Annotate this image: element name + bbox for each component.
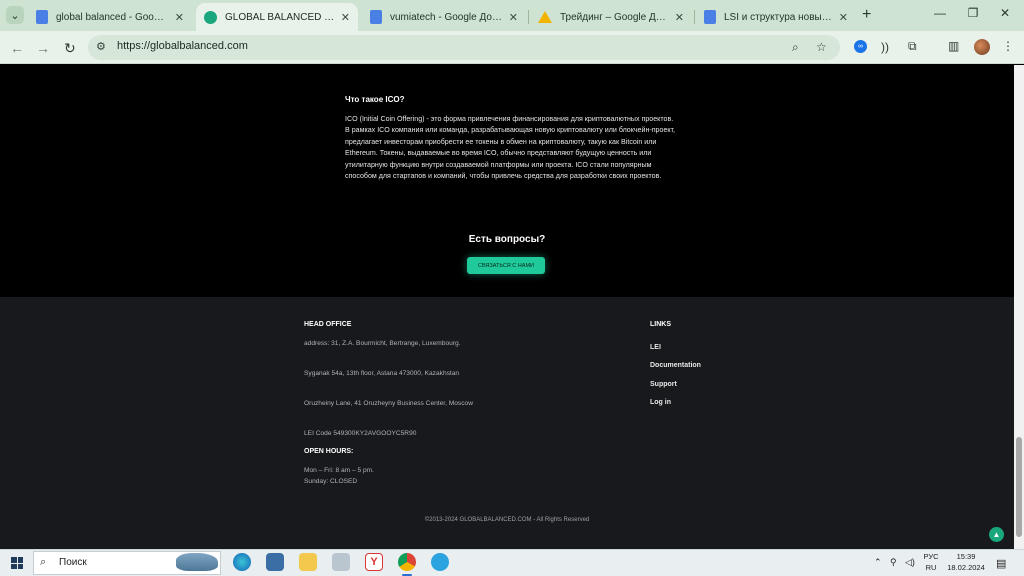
- footer-link-support[interactable]: Support: [650, 381, 677, 388]
- clock-time: 15:39: [956, 552, 976, 561]
- taskbar-search-label[interactable]: Поиск: [59, 557, 87, 568]
- window-close-icon[interactable]: ✕: [996, 6, 1014, 20]
- hours-sunday: Sunday: CLOSED: [304, 478, 358, 485]
- docs-icon: [36, 10, 48, 24]
- url-text[interactable]: https://globalbalanced.com: [117, 40, 248, 52]
- tab-title: LSI и структура новые - Googl: [724, 11, 833, 23]
- tab-search-icon[interactable]: ⌄: [6, 6, 24, 24]
- tab-lsi-doc[interactable]: LSI и структура новые - Googl ✕: [696, 3, 856, 31]
- menu-kebab-icon[interactable]: ⋮: [1002, 39, 1014, 53]
- tab-separator: [694, 10, 695, 24]
- tab-separator: [528, 10, 529, 24]
- tray-chevron-icon[interactable]: ⌃: [874, 557, 882, 568]
- language-bottom: RU: [925, 563, 937, 572]
- drive-icon: [538, 11, 552, 23]
- back-icon[interactable]: ←: [10, 40, 24, 56]
- maximize-icon[interactable]: ❐: [964, 6, 982, 20]
- hours-weekday: Mon – Fri: 8 am – 5 pm.: [304, 467, 374, 474]
- docs-icon: [704, 10, 716, 24]
- extension-icon[interactable]: ∞: [854, 40, 867, 53]
- chrome-icon[interactable]: [398, 553, 416, 576]
- footer-link-documentation[interactable]: Documentation: [650, 362, 701, 369]
- lei-code: LEI Code 549300KY2AVGOOYC5R90: [304, 430, 417, 437]
- scrollbar-thumb[interactable]: [1016, 437, 1022, 537]
- language-top: РУС: [923, 552, 939, 561]
- address-moscow: Oruzheiny Lane, 41 Oruzheyny Business Ce…: [304, 400, 473, 407]
- gbf-icon: [204, 10, 217, 24]
- address-luxembourg: address: 31, Z.A. Bourmicht, Bertrange, …: [304, 340, 461, 347]
- faq-question: Что такое ICO?: [345, 95, 405, 104]
- telegram-icon[interactable]: [431, 553, 449, 571]
- reload-icon[interactable]: ↻: [64, 40, 76, 57]
- site-footer: [0, 297, 1014, 549]
- clock-date: 18.02.2024: [947, 563, 985, 572]
- close-icon[interactable]: ✕: [675, 11, 684, 24]
- close-icon[interactable]: ✕: [341, 11, 350, 24]
- close-icon[interactable]: ✕: [839, 11, 848, 24]
- questions-heading: Есть вопросы?: [468, 234, 546, 245]
- tab-title: Трейдинг – Google Диск: [560, 11, 669, 23]
- mail-icon[interactable]: [332, 553, 350, 571]
- docs-icon: [370, 10, 382, 24]
- edge-icon[interactable]: [233, 553, 251, 571]
- links-title: LINKS: [650, 321, 671, 328]
- bookmark-star-icon[interactable]: ☆: [816, 40, 827, 54]
- tab-trading-drive[interactable]: Трейдинг – Google Диск ✕: [530, 3, 692, 31]
- forward-icon[interactable]: →: [36, 40, 50, 56]
- profile-avatar[interactable]: [974, 39, 990, 55]
- tab-global-balanced-fund[interactable]: GLOBAL BALANCED FUND - Уп ✕: [196, 3, 358, 31]
- contact-us-button[interactable]: СВЯЗАТЬСЯ С НАМИ: [467, 257, 545, 274]
- address-astana: Syganak 54a, 13th floor, Astana 473000, …: [304, 370, 460, 377]
- new-tab-icon[interactable]: +: [862, 6, 871, 24]
- site-info-icon[interactable]: ⚙: [96, 40, 106, 53]
- footer-link-login[interactable]: Log in: [650, 399, 671, 406]
- address-bar[interactable]: ⚙ https://globalbalanced.com ⌕ ☆: [88, 35, 840, 60]
- yandex-browser-icon[interactable]: Y: [365, 553, 383, 571]
- tray-network-vpn-icon[interactable]: ⚲: [890, 557, 897, 568]
- copyright-text: ©2013-2024 GLOBALBALANCED.COM - All Righ…: [424, 517, 590, 523]
- faq-answer: ICO (Initial Coin Offering) - это форма …: [345, 115, 676, 181]
- tab-title: GLOBAL BALANCED FUND - Уп: [225, 11, 335, 23]
- taskbar-clock[interactable]: 15:39 18.02.2024: [944, 551, 988, 573]
- search-highlight-whale-image[interactable]: [176, 553, 218, 571]
- notifications-icon[interactable]: ▤: [996, 557, 1006, 570]
- file-explorer-icon[interactable]: [299, 553, 317, 571]
- close-icon[interactable]: ✕: [175, 11, 184, 24]
- extensions-puzzle-icon[interactable]: ⧉: [908, 39, 917, 54]
- tab-title: global balanced - Google Доку: [56, 11, 169, 23]
- tab-vumiatech-doc[interactable]: vumiatech - Google Документ ✕: [362, 3, 526, 31]
- tab-title: vumiatech - Google Документ: [390, 11, 503, 23]
- language-indicator[interactable]: РУС RU: [914, 551, 948, 573]
- side-panel-icon[interactable]: ▥: [948, 39, 959, 53]
- store-icon[interactable]: [266, 553, 284, 571]
- zoom-icon[interactable]: ⌕: [792, 40, 799, 55]
- minimize-icon[interactable]: —: [931, 6, 949, 20]
- head-office-title: HEAD OFFICE: [304, 321, 352, 328]
- windows-start-icon[interactable]: [11, 557, 23, 569]
- tab-global-balanced-doc[interactable]: global balanced - Google Доку ✕: [28, 3, 192, 31]
- open-hours-title: OPEN HOURS:: [304, 448, 354, 455]
- scroll-to-top-icon[interactable]: ▲: [989, 527, 1004, 542]
- search-icon: ⌕: [40, 556, 47, 568]
- cast-icon[interactable]: )): [881, 40, 889, 54]
- close-icon[interactable]: ✕: [509, 11, 518, 24]
- footer-link-lei[interactable]: LEI: [650, 344, 661, 351]
